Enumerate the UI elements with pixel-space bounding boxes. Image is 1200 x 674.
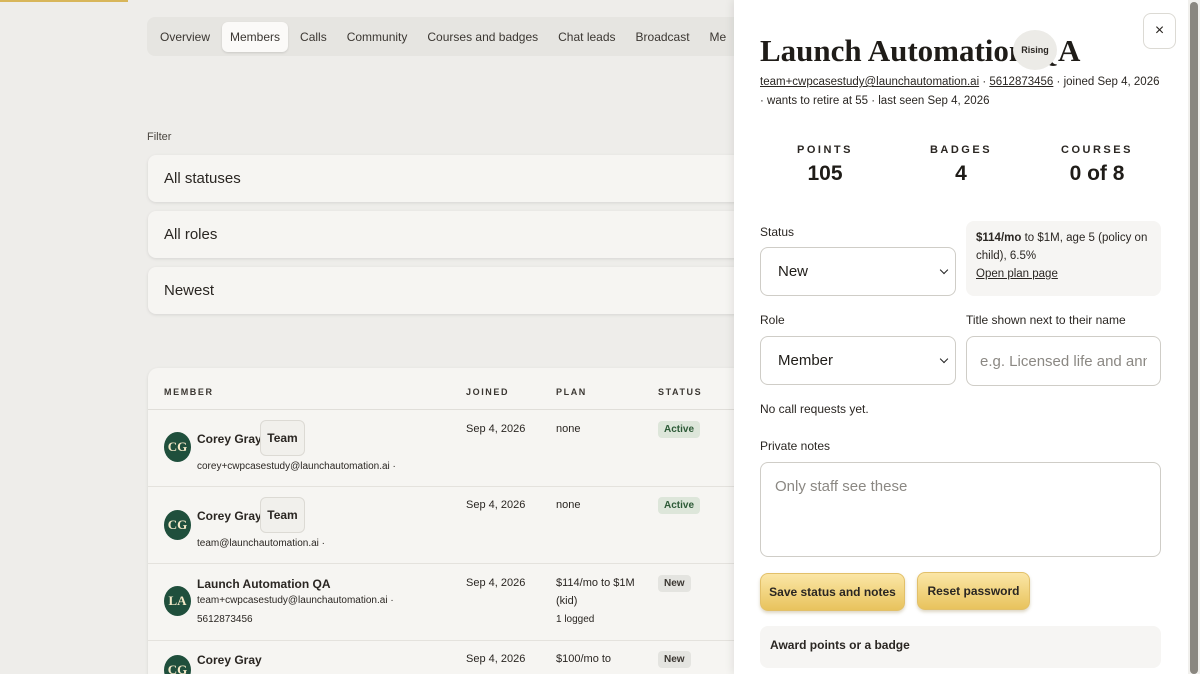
reset-password-button[interactable]: Reset password bbox=[917, 572, 1030, 610]
tab-community[interactable]: Community bbox=[339, 22, 416, 52]
status-badge: Active bbox=[658, 421, 701, 438]
close-button[interactable]: × bbox=[1143, 13, 1176, 49]
status-badge: New bbox=[658, 575, 691, 592]
team-chip: Team bbox=[260, 497, 305, 533]
plan-summary: $114/mo to $1M, age 5 (policy on child),… bbox=[966, 221, 1161, 296]
award-points-or-badge-toggle[interactable]: Award points or a badge bbox=[760, 626, 1161, 668]
status-badge: Active bbox=[658, 497, 701, 514]
private-notes-label: Private notes bbox=[760, 439, 831, 453]
tab-broadcast[interactable]: Broadcast bbox=[628, 22, 698, 52]
joined-date: Sep 4, 2026 bbox=[466, 577, 526, 589]
status-select-value: New bbox=[778, 263, 809, 280]
col-header-joined: JOINED bbox=[466, 387, 510, 397]
tab-chat-leads[interactable]: Chat leads bbox=[550, 22, 623, 52]
title-input[interactable] bbox=[966, 336, 1161, 386]
tab-overview[interactable]: Overview bbox=[152, 22, 218, 52]
team-chip: Team bbox=[260, 420, 305, 456]
top-accent-line bbox=[0, 0, 128, 2]
tab-members[interactable]: Members bbox=[222, 21, 289, 52]
no-call-requests-text: No call requests yet. bbox=[760, 402, 869, 416]
member-name[interactable]: Corey Gray bbox=[197, 509, 262, 523]
row-divider bbox=[148, 640, 748, 641]
title-field-label: Title shown next to their name bbox=[966, 313, 1126, 327]
chevron-down-icon bbox=[939, 265, 949, 275]
member-name[interactable]: Launch Automation QA bbox=[197, 577, 331, 591]
member-name[interactable]: Corey Gray bbox=[197, 432, 262, 446]
section-tabs: Overview Members Calls Community Courses… bbox=[147, 17, 767, 56]
member-email: corey+cwpcasestudy@launchautomation.ai · bbox=[197, 461, 396, 472]
plan-cell: none bbox=[556, 499, 581, 511]
plan-cell: $114/mo to $1M bbox=[556, 577, 635, 589]
tab-me[interactable]: Me bbox=[702, 22, 735, 52]
member-phone: 5612873456 bbox=[197, 614, 253, 625]
row-divider bbox=[148, 563, 748, 564]
tab-calls[interactable]: Calls bbox=[292, 22, 335, 52]
tab-courses-and-badges[interactable]: Courses and badges bbox=[419, 22, 546, 52]
filter-label: Filter bbox=[147, 131, 172, 143]
joined-text: · joined Sep 4, 2026 bbox=[1056, 76, 1160, 88]
member-meta-line1: team+cwpcasestudy@launchautomation.ai · … bbox=[760, 76, 1170, 88]
meta-separator: · bbox=[982, 76, 987, 88]
member-email: team@launchautomation.ai · bbox=[197, 538, 325, 549]
badges-value: 4 bbox=[955, 162, 967, 185]
status-select[interactable]: New bbox=[760, 247, 956, 296]
role-field-label: Role bbox=[760, 313, 785, 327]
row-divider bbox=[148, 486, 748, 487]
points-label: POINTS bbox=[797, 144, 853, 156]
member-phone-link[interactable]: 5612873456 bbox=[989, 76, 1053, 88]
points-value: 105 bbox=[807, 162, 843, 185]
save-status-and-notes-button[interactable]: Save status and notes bbox=[760, 573, 905, 611]
courses-value: 0 of 8 bbox=[1069, 162, 1125, 185]
plan-cell-detail: (kid) bbox=[556, 595, 578, 607]
open-plan-page-link[interactable]: Open plan page bbox=[976, 268, 1058, 280]
role-filter-select[interactable]: All roles bbox=[148, 211, 748, 258]
header-divider bbox=[148, 409, 748, 410]
status-field-label: Status bbox=[760, 225, 795, 239]
joined-date: Sep 4, 2026 bbox=[466, 653, 526, 665]
badges-label: BADGES bbox=[929, 144, 993, 156]
plan-price: $114/mo bbox=[976, 232, 1022, 244]
plan-cell: none bbox=[556, 423, 581, 435]
avatar: LA bbox=[164, 586, 191, 616]
scrollbar-thumb[interactable] bbox=[1190, 2, 1198, 674]
plan-cell-logged: 1 logged bbox=[556, 614, 595, 625]
col-header-member: MEMBER bbox=[164, 387, 214, 397]
col-header-status: STATUS bbox=[658, 387, 703, 397]
avatar: CG bbox=[164, 510, 191, 540]
status-badge: New bbox=[658, 651, 691, 668]
chevron-down-icon bbox=[939, 354, 949, 364]
role-select-value: Member bbox=[778, 352, 834, 369]
member-email: team+cwpcasestudy@launchautomation.ai · bbox=[197, 595, 394, 606]
sort-select[interactable]: Newest bbox=[148, 267, 748, 314]
private-notes-textarea[interactable] bbox=[760, 462, 1161, 557]
member-email-link[interactable]: team+cwpcasestudy@launchautomation.ai bbox=[760, 76, 979, 88]
member-meta-line2: · wants to retire at 55 · last seen Sep … bbox=[760, 95, 990, 107]
courses-label: COURSES bbox=[1061, 144, 1133, 156]
member-name[interactable]: Corey Gray bbox=[197, 653, 262, 667]
role-select[interactable]: Member bbox=[760, 336, 956, 385]
status-filter-select[interactable]: All statuses bbox=[148, 155, 748, 202]
close-icon: × bbox=[1154, 22, 1165, 39]
col-header-plan: PLAN bbox=[556, 387, 587, 397]
joined-date: Sep 4, 2026 bbox=[466, 499, 526, 511]
avatar: CG bbox=[164, 432, 191, 462]
joined-date: Sep 4, 2026 bbox=[466, 423, 526, 435]
level-badge: Rising bbox=[1013, 30, 1057, 70]
plan-cell: $100/mo to bbox=[556, 653, 612, 665]
